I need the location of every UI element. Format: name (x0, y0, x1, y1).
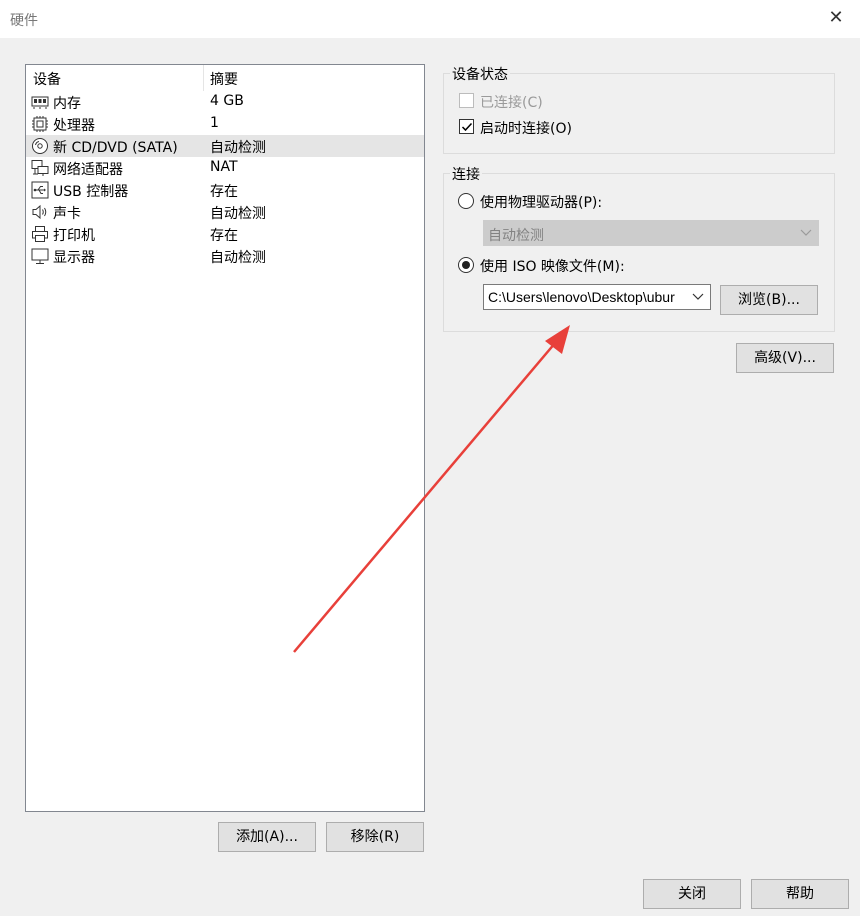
column-header-summary[interactable]: 摘要 (210, 69, 238, 89)
device-name: 网络适配器 (53, 162, 123, 178)
device-status-label: 设备状态 (450, 64, 510, 84)
device-summary: 自动检测 (210, 250, 266, 266)
close-button[interactable]: 关闭 (643, 879, 741, 909)
device-list[interactable]: 设备 摘要 内存 4 GB 处理器 1 新 CD/DVD (SATA) 自动检测… (25, 64, 425, 812)
list-item-printer[interactable]: 打印机 存在 (26, 223, 424, 245)
device-summary: 1 (210, 115, 219, 131)
device-name: 处理器 (53, 118, 95, 134)
device-status-group (443, 73, 835, 154)
cd-dvd-icon (32, 138, 48, 154)
memory-icon (31, 96, 49, 109)
list-item-memory[interactable]: 内存 4 GB (26, 91, 424, 113)
device-name: USB 控制器 (53, 184, 129, 200)
connect-on-start-checkbox[interactable] (459, 119, 474, 134)
device-summary: 存在 (210, 184, 238, 200)
connected-checkbox[interactable] (459, 93, 474, 108)
close-icon[interactable]: ✕ (826, 8, 846, 28)
physical-drive-label: 使用物理驱动器(P): (480, 195, 603, 211)
connected-label: 已连接(C) (480, 95, 543, 111)
iso-image-label: 使用 ISO 映像文件(M): (480, 259, 625, 275)
remove-button[interactable]: 移除(R) (326, 822, 424, 852)
network-adapter-icon (31, 160, 49, 176)
physical-drive-radio[interactable] (458, 193, 474, 209)
processor-icon (32, 116, 48, 132)
list-item-display[interactable]: 显示器 自动检测 (26, 245, 424, 267)
display-icon (31, 248, 49, 264)
list-item-cd-dvd[interactable]: 新 CD/DVD (SATA) 自动检测 (26, 135, 424, 157)
physical-drive-select[interactable]: 自动检测 (483, 220, 819, 246)
list-item-network-adapter[interactable]: 网络适配器 NAT (26, 157, 424, 179)
help-button[interactable]: 帮助 (751, 879, 849, 909)
advanced-button[interactable]: 高级(V)... (736, 343, 834, 373)
device-name: 声卡 (53, 206, 81, 222)
list-item-processor[interactable]: 处理器 1 (26, 113, 424, 135)
column-separator[interactable] (203, 65, 204, 91)
iso-image-radio[interactable] (458, 257, 474, 273)
chevron-down-icon (800, 229, 812, 236)
device-name: 新 CD/DVD (SATA) (53, 140, 178, 156)
list-item-usb-controller[interactable]: USB 控制器 存在 (26, 179, 424, 201)
device-name: 打印机 (53, 228, 95, 244)
title-bar: 硬件 ✕ (0, 0, 860, 38)
device-summary: 自动检测 (210, 206, 266, 222)
device-name: 内存 (53, 96, 81, 112)
chevron-down-icon (692, 289, 704, 303)
physical-drive-value: 自动检测 (488, 228, 544, 244)
checkmark-icon (461, 122, 473, 132)
column-header-device[interactable]: 设备 (33, 69, 61, 89)
connect-on-start-label: 启动时连接(O) (480, 121, 572, 137)
device-summary: 4 GB (210, 93, 244, 109)
add-button[interactable]: 添加(A)... (218, 822, 316, 852)
list-header: 设备 摘要 (26, 65, 424, 91)
browse-button[interactable]: 浏览(B)... (720, 285, 818, 315)
list-item-sound-card[interactable]: 声卡 自动检测 (26, 201, 424, 223)
printer-icon (32, 226, 48, 242)
radio-dot (462, 261, 470, 269)
device-name: 显示器 (53, 250, 95, 266)
window-title: 硬件 (10, 13, 38, 29)
device-summary: 存在 (210, 228, 238, 244)
connection-label: 连接 (450, 164, 482, 184)
iso-path-combobox[interactable]: C:\Users\lenovo\Desktop\ubur (483, 284, 711, 310)
device-summary: 自动检测 (210, 140, 266, 156)
iso-path-value: C:\Users\lenovo\Desktop\ubur (488, 289, 675, 305)
sound-card-icon (32, 204, 47, 220)
usb-icon (31, 181, 49, 199)
device-summary: NAT (210, 159, 238, 175)
